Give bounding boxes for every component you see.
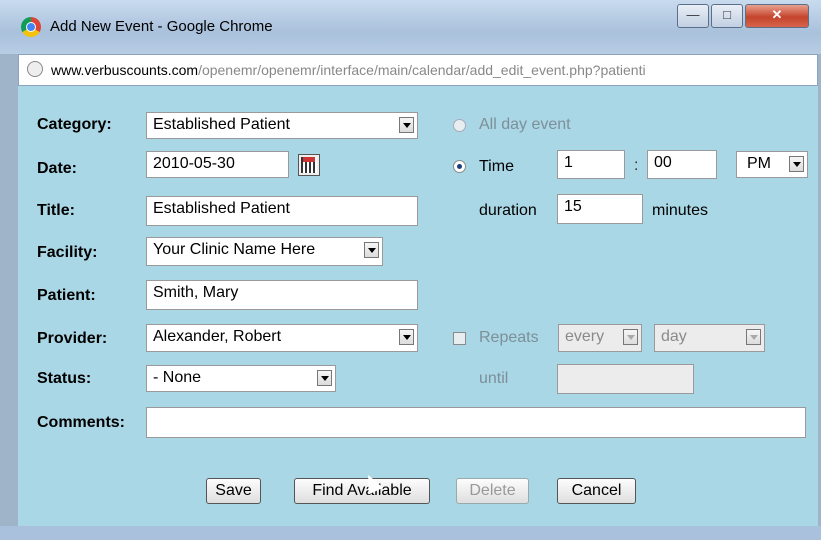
- provider-select[interactable]: Alexander, Robert: [146, 324, 418, 352]
- comments-label: Comments:: [37, 414, 126, 431]
- comments-input[interactable]: [146, 407, 806, 438]
- save-button[interactable]: Save: [206, 478, 261, 504]
- chrome-logo-icon: [21, 17, 41, 37]
- chevron-down-icon: [789, 156, 804, 172]
- chevron-down-icon: [399, 117, 414, 133]
- maximize-icon[interactable]: □: [711, 4, 743, 28]
- patient-value: Smith, Mary: [153, 284, 239, 301]
- status-value: - None: [153, 369, 202, 386]
- title-value: Established Patient: [153, 200, 290, 217]
- time-separator: :: [634, 157, 639, 174]
- all-day-radio[interactable]: [453, 119, 466, 132]
- repeat-every-select[interactable]: every: [558, 324, 642, 352]
- provider-label: Provider:: [37, 330, 108, 347]
- ampm-value: PM: [747, 155, 771, 172]
- duration-label: duration: [479, 202, 537, 219]
- cancel-button[interactable]: Cancel: [557, 478, 636, 504]
- status-label: Status:: [37, 370, 92, 387]
- url-domain: www.verbuscounts.com: [51, 62, 199, 78]
- provider-value: Alexander, Robert: [153, 328, 282, 345]
- close-icon[interactable]: ✕: [745, 4, 809, 28]
- page-info-icon[interactable]: [27, 61, 43, 77]
- chevron-down-icon: [623, 329, 638, 345]
- url-path: /openemr/openemr/interface/main/calendar…: [198, 62, 646, 78]
- category-select[interactable]: Established Patient: [146, 112, 418, 139]
- duration-value: 15: [564, 198, 582, 215]
- category-value: Established Patient: [153, 116, 290, 133]
- time-radio[interactable]: [453, 160, 466, 173]
- date-value: 2010-05-30: [153, 155, 235, 172]
- repeats-checkbox[interactable]: [453, 332, 466, 345]
- patient-label: Patient:: [37, 287, 96, 304]
- repeats-label: Repeats: [479, 329, 539, 346]
- chevron-down-icon: [399, 329, 414, 345]
- url-text[interactable]: www.verbuscounts.com/openemr/openemr/int…: [51, 62, 646, 78]
- calendar-icon[interactable]: [298, 154, 320, 176]
- address-bar[interactable]: www.verbuscounts.com/openemr/openemr/int…: [18, 54, 818, 86]
- repeat-unit-select[interactable]: day: [654, 324, 765, 352]
- hour-input[interactable]: 1: [557, 150, 625, 179]
- window-title: Add New Event - Google Chrome: [50, 18, 273, 35]
- category-label: Category:: [37, 116, 112, 133]
- minute-input[interactable]: 00: [647, 150, 717, 179]
- duration-unit: minutes: [652, 202, 709, 219]
- delete-button[interactable]: Delete: [456, 478, 529, 504]
- title-input[interactable]: Established Patient: [146, 196, 418, 226]
- patient-input[interactable]: Smith, Mary: [146, 280, 418, 310]
- repeat-every-value: every: [565, 328, 605, 345]
- chevron-down-icon: [746, 329, 761, 345]
- ampm-select[interactable]: PM: [736, 151, 808, 178]
- facility-value: Your Clinic Name Here: [153, 241, 316, 258]
- status-select[interactable]: - None: [146, 365, 336, 392]
- facility-select[interactable]: Your Clinic Name Here: [146, 237, 383, 266]
- date-label: Date:: [37, 160, 78, 177]
- facility-label: Facility:: [37, 244, 98, 261]
- repeat-unit-value: day: [661, 328, 687, 345]
- minute-value: 00: [654, 154, 672, 171]
- chevron-down-icon: [317, 370, 332, 386]
- duration-input[interactable]: 15: [557, 194, 643, 224]
- time-label: Time: [479, 158, 514, 175]
- title-label: Title:: [37, 202, 75, 219]
- until-input[interactable]: [557, 364, 694, 394]
- date-input[interactable]: 2010-05-30: [146, 151, 289, 178]
- until-label: until: [479, 370, 509, 387]
- window-bottom-edge: [0, 526, 821, 540]
- all-day-label: All day event: [479, 116, 571, 133]
- hour-value: 1: [564, 154, 573, 171]
- chevron-down-icon: [364, 242, 379, 258]
- minimize-icon[interactable]: —: [677, 4, 709, 28]
